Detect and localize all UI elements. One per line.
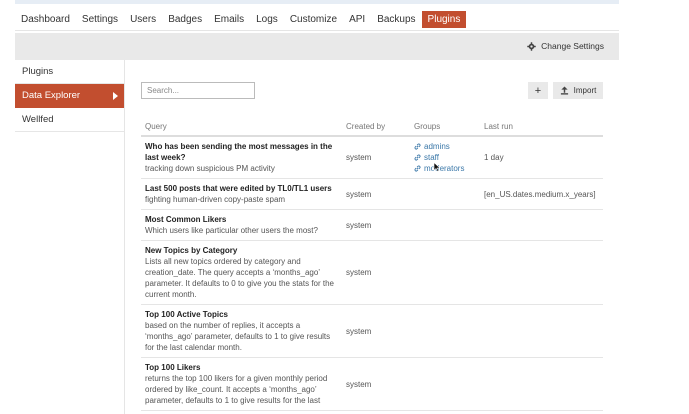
table-row[interactable]: Top 100 Likers returns the top 100 liker… bbox=[141, 357, 603, 411]
plus-icon: + bbox=[534, 84, 542, 97]
change-settings-label: Change Settings bbox=[541, 41, 604, 51]
header-query[interactable]: Query bbox=[141, 118, 342, 137]
query-name[interactable]: New Topics by Category bbox=[145, 245, 338, 256]
query-name[interactable]: Last 500 posts that were edited by TL0/T… bbox=[145, 183, 338, 194]
add-query-button[interactable]: + bbox=[528, 82, 548, 99]
change-settings-button[interactable]: Change Settings bbox=[527, 41, 604, 51]
query-last-run bbox=[480, 240, 603, 305]
settings-bar: Change Settings bbox=[15, 33, 619, 60]
query-last-run bbox=[480, 209, 603, 241]
link-icon bbox=[414, 165, 421, 172]
nav-dashboard[interactable]: Dashboard bbox=[15, 11, 76, 28]
nav-customize[interactable]: Customize bbox=[284, 11, 343, 28]
sidebar-item-wellfed[interactable]: Wellfed bbox=[15, 108, 124, 132]
header-created-by[interactable]: Created by bbox=[342, 118, 410, 137]
query-created-by: system bbox=[342, 304, 410, 358]
query-description: Lists all new topics ordered by category… bbox=[145, 257, 334, 299]
search-input[interactable] bbox=[141, 82, 255, 99]
sidebar-item-plugins[interactable]: Plugins bbox=[15, 60, 124, 84]
table-header-row: Query Created by Groups Last run bbox=[141, 118, 603, 137]
link-icon bbox=[414, 143, 421, 150]
upload-icon bbox=[560, 86, 568, 95]
nav-logs[interactable]: Logs bbox=[250, 11, 284, 28]
sidebar-item-label: Data Explorer bbox=[22, 90, 81, 101]
gear-icon bbox=[527, 41, 536, 51]
query-created-by: system bbox=[342, 136, 410, 179]
caret-right-icon bbox=[113, 92, 118, 100]
nav-settings[interactable]: Settings bbox=[76, 11, 124, 28]
table-row[interactable]: Last 500 posts that were edited by TL0/T… bbox=[141, 178, 603, 210]
query-last-run bbox=[480, 304, 603, 358]
query-name[interactable]: Top 100 Likers bbox=[145, 362, 338, 373]
table-row[interactable]: Most Common Likers Which users like part… bbox=[141, 209, 603, 241]
sidebar-item-label: Plugins bbox=[22, 66, 54, 77]
query-name[interactable]: Top 100 Active Topics bbox=[145, 309, 338, 320]
query-groups bbox=[410, 209, 480, 241]
query-created-by: system bbox=[342, 209, 410, 241]
nav-users[interactable]: Users bbox=[124, 11, 162, 28]
query-description: based on the number of replies, it accep… bbox=[145, 321, 331, 352]
group-link[interactable]: admins bbox=[414, 141, 476, 152]
nav-divider bbox=[15, 30, 619, 31]
query-groups bbox=[410, 304, 480, 358]
query-description: fighting human-driven copy-paste spam bbox=[145, 195, 286, 204]
query-groups bbox=[410, 357, 480, 411]
query-name[interactable]: Most Common Likers bbox=[145, 214, 338, 225]
table-row[interactable]: Top 100 Active Topics based on the numbe… bbox=[141, 304, 603, 358]
query-last-run bbox=[480, 357, 603, 411]
table-row[interactable]: New Topics by Category Lists all new top… bbox=[141, 240, 603, 305]
main-divider bbox=[124, 60, 125, 414]
query-description: tracking down suspicious PM activity bbox=[145, 164, 275, 173]
query-created-by: system bbox=[342, 178, 410, 210]
nav-badges[interactable]: Badges bbox=[162, 11, 208, 28]
import-button[interactable]: Import bbox=[553, 82, 603, 99]
group-link[interactable]: moderators bbox=[414, 163, 476, 174]
query-last-run: [en_US.dates.medium.x_years] bbox=[480, 178, 603, 210]
nav-api[interactable]: API bbox=[343, 11, 371, 28]
link-icon bbox=[414, 154, 421, 161]
query-last-run: 1 day bbox=[480, 136, 603, 179]
nav-emails[interactable]: Emails bbox=[208, 11, 250, 28]
header-last-run[interactable]: Last run bbox=[480, 118, 603, 137]
query-name[interactable]: Who has been sending the most messages i… bbox=[145, 141, 338, 163]
admin-nav: Dashboard Settings Users Badges Emails L… bbox=[15, 10, 467, 28]
mouse-pointer-icon bbox=[433, 162, 441, 172]
nav-plugins[interactable]: Plugins bbox=[421, 10, 467, 28]
group-link[interactable]: staff bbox=[414, 152, 476, 163]
table-row[interactable]: Who has been sending the most messages i… bbox=[141, 136, 603, 179]
group-name: admins bbox=[424, 142, 450, 151]
queries-table: Query Created by Groups Last run Who has… bbox=[141, 118, 603, 411]
query-groups bbox=[410, 178, 480, 210]
plugin-sidebar: Plugins Data Explorer Wellfed bbox=[15, 60, 124, 132]
nav-backups[interactable]: Backups bbox=[371, 11, 421, 28]
query-groups bbox=[410, 240, 480, 305]
query-description: returns the top 100 likers for a given m… bbox=[145, 374, 328, 405]
query-description: Which users like particular other users … bbox=[145, 226, 318, 235]
sidebar-item-data-explorer[interactable]: Data Explorer bbox=[15, 84, 124, 108]
import-label: Import bbox=[573, 86, 597, 95]
top-strip bbox=[15, 0, 619, 4]
sidebar-item-label: Wellfed bbox=[22, 114, 54, 125]
group-name: moderators bbox=[424, 164, 465, 173]
header-groups[interactable]: Groups bbox=[410, 118, 480, 137]
query-created-by: system bbox=[342, 240, 410, 305]
query-created-by: system bbox=[342, 357, 410, 411]
